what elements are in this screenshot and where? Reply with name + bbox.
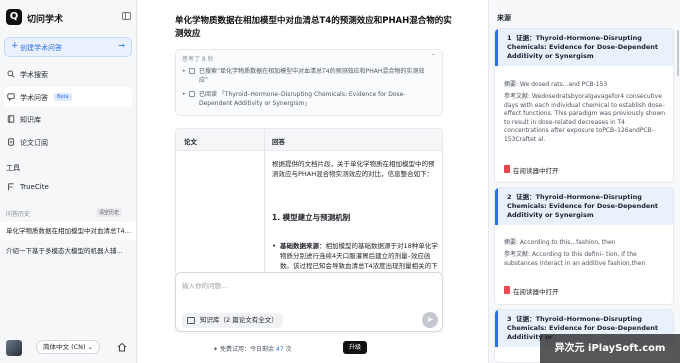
send-button[interactable]: ➤ [422, 312, 438, 328]
sources-heading: 来源 [497, 14, 511, 22]
source-number: 3 [507, 315, 512, 323]
thinking-step: • 已搜索“单化学物质数据在相加模型中对血清总T4的预测效应和PHAH混合物的实… [182, 67, 434, 87]
arrow-right-icon: → [118, 41, 125, 50]
document-icon [8, 138, 14, 146]
bullet-dot-icon: • [182, 68, 186, 75]
avatar[interactable] [6, 340, 22, 356]
pdf-icon [504, 165, 510, 173]
beta-badge: Beta [54, 93, 72, 101]
source-number: 1 [507, 34, 512, 42]
pdf-icon [504, 286, 510, 294]
folder-icon [187, 317, 195, 324]
sidebar-collapse-icon[interactable] [122, 12, 131, 20]
thinking-step-text: 已搜索“单化学物质数据在相加模型中对血清总T4的预测效应和PHAH混合物的实测效… [199, 68, 425, 84]
column-header-paper: 论文 [184, 138, 197, 146]
nav-label: 学术搜索 [20, 71, 48, 79]
column-header-answer: 回答 [272, 138, 285, 146]
bullet-dot-icon: • [272, 242, 277, 250]
search-icon [7, 70, 15, 78]
app-title: 切问学术 [27, 15, 64, 25]
scrollbar-thumb[interactable] [677, 30, 679, 76]
knowledge-base-chip[interactable]: 知识库（2 篇论文有全文） [182, 313, 283, 328]
nav-label: TrueCite [20, 183, 49, 191]
trial-status: ✦ 免费试用：今日剩余 47 次 [213, 344, 291, 353]
app-logo-icon: Q [6, 9, 22, 25]
bullet-dot-icon: • [182, 91, 186, 98]
input-placeholder: 输入你的问题... [182, 282, 228, 290]
language-label: 简体中文 (CN) [43, 343, 86, 351]
nav-item-search[interactable]: 学术搜索 [4, 64, 132, 84]
source-title: 1 证据：Thyroid–Hormone–Disrupting Chemical… [495, 29, 673, 66]
source-reference: 参考文献: According to this defini– tion, if… [504, 251, 646, 267]
source-title-text: 证据：Thyroid–Hormone–Disrupting Chemicals:… [507, 34, 659, 60]
sidebar: Q 切问学术 + 创建学术问答 → 学术搜索 学术问答 Beta 知识库 论文订… [0, 0, 137, 363]
source-summary: 摘要: We dosed rats...and PCB-153 [504, 81, 608, 88]
nav-item-knowledge-base[interactable]: 知识库 [4, 109, 132, 129]
column-divider [264, 129, 265, 275]
history-item[interactable]: 介绍一下基于多模态大模型的机器人辅... [0, 242, 136, 260]
home-icon[interactable] [117, 342, 127, 352]
nav-item-truecite[interactable]: TrueCite [4, 177, 132, 197]
main-panel: 单化学物质数据在相加模型中对血清总T4的预测效应和PHAH混合物的实测效应 思考… [137, 0, 488, 363]
thinking-step-text: 已阅读 「Thyroid–Hormone–Disrupting Chemical… [199, 91, 406, 107]
search-step-icon [189, 68, 195, 74]
open-in-reader-link[interactable]: 在阅读器中打开 [513, 286, 559, 296]
chevron-up-icon[interactable]: ⌃ [431, 53, 436, 60]
watermark: 异次元 iPlaySoft.com [540, 334, 680, 363]
answer-section-heading: 1. 模型建立与预测机制 [272, 213, 351, 222]
nav-item-subscription[interactable]: 论文订阅 [4, 132, 132, 152]
trial-suffix: 次 [285, 346, 292, 353]
answer-intro: 根据提供的文档片段，关于单化学物质在相加模型中的预测效应与PHAH混合物实测效应… [272, 160, 435, 178]
answer-bullet: 基础数据来源：相加模型的基础数据源于对18种单化学物质分别进行连续4天口服灌胃后… [280, 241, 438, 271]
history-item[interactable]: 单化学物质数据在相加模型中对血清总T4的预测效应... [0, 222, 136, 240]
truecite-icon [8, 183, 14, 191]
source-title: 2 证据：Thyroid–Hormone–Disrupting Chemical… [495, 188, 673, 225]
thinking-step: • 已阅读 「Thyroid–Hormone–Disrupting Chemic… [182, 90, 434, 110]
nav-label: 学术问答 [20, 94, 48, 102]
question-input[interactable]: 输入你的问题... 知识库（2 篇论文有全文） ➤ [175, 272, 443, 332]
source-number: 2 [507, 193, 512, 201]
plus-icon: + [11, 41, 19, 51]
source-card[interactable]: 1 证据：Thyroid–Hormone–Disrupting Chemical… [494, 28, 674, 183]
source-card[interactable]: 2 证据：Thyroid–Hormone–Disrupting Chemical… [494, 187, 674, 305]
trial-count: 47 [275, 346, 284, 353]
nav-label: 知识库 [20, 116, 41, 124]
nav-label: 论文订阅 [20, 139, 48, 147]
upgrade-button[interactable]: 升级 [343, 341, 368, 354]
source-summary: 摘要: According to this...fashion, then [504, 239, 616, 246]
knowledge-base-chip-label: 知识库（2 篇论文有全文） [200, 316, 278, 324]
nav-item-qa[interactable]: 学术问答 Beta [4, 87, 132, 107]
tools-heading: 工具 [6, 164, 20, 172]
sparkle-icon: ✦ [213, 346, 219, 353]
chat-bubble-icon [7, 93, 15, 101]
trial-prefix: 免费试用：今日剩余 [219, 346, 274, 353]
open-in-reader-link[interactable]: 在阅读器中打开 [513, 165, 559, 175]
bullet-label: 基础数据来源 [280, 242, 319, 250]
new-chat-button[interactable]: + 创建学术问答 → [4, 37, 132, 57]
sources-panel: 来源 1 证据：Thyroid–Hormone–Disrupting Chemi… [488, 0, 680, 363]
read-step-icon [189, 91, 195, 97]
new-chat-label: 创建学术问答 [20, 44, 62, 52]
clear-history-button[interactable]: 清空历史 [96, 208, 123, 217]
source-reference: 参考文献: Wedosedratsbyoralgavagefor4 consec… [504, 93, 666, 143]
answer-table: 论文 回答 根据提供的文档片段，关于单化学物质在相加模型中的预测效应与PHAH混… [175, 128, 443, 276]
book-icon [7, 115, 15, 123]
source-title-text: 证据：Thyroid–Hormone–Disrupting Chemicals:… [507, 193, 659, 219]
table-header-row: 论文 回答 [176, 129, 442, 151]
thinking-header: 思考了 8 秒 [182, 56, 214, 63]
question-title: 单化学物质数据在相加模型中对血清总T4的预测效应和PHAH混合物的实测效应 [175, 16, 452, 39]
language-select[interactable]: 简体中文 (CN) ⌄ [36, 340, 101, 354]
history-heading: 问答历史 [6, 211, 31, 218]
thinking-card: 思考了 8 秒 ⌃ • 已搜索“单化学物质数据在相加模型中对血清总T4的预测效应… [175, 49, 443, 116]
